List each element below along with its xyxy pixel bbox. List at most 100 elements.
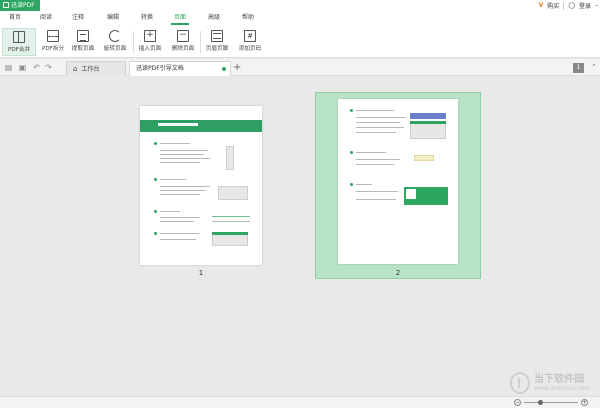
- extract-pages-button[interactable]: 提取页面: [66, 28, 100, 56]
- text-line: [160, 239, 196, 240]
- image-block: [414, 155, 434, 161]
- add-page-number-label: 添加页码: [238, 46, 262, 52]
- image-block: [410, 121, 446, 124]
- text-line: [356, 117, 406, 118]
- bullet: [154, 178, 157, 181]
- pdf-split-button[interactable]: PDF拆分: [36, 28, 70, 56]
- pdf-split-label: PDF拆分: [41, 46, 65, 52]
- tab-workbench-label: 工作台: [81, 66, 100, 73]
- menu-help[interactable]: 帮助: [233, 11, 263, 25]
- vip-icon: V: [538, 2, 544, 9]
- delete-page-button[interactable]: 删除页面: [166, 28, 200, 56]
- buy-button[interactable]: 购买: [547, 1, 559, 10]
- header-footer-icon: [211, 30, 223, 42]
- save-icon[interactable]: ▣: [18, 63, 27, 72]
- image-block: [226, 146, 234, 170]
- text-line: [160, 221, 194, 222]
- tab-document-label: 迅读PDF引导文档: [136, 65, 184, 72]
- add-page-number-button[interactable]: 添加页码: [233, 28, 267, 56]
- menu-advanced[interactable]: 高级: [199, 11, 229, 25]
- menu-edit[interactable]: 编辑: [98, 11, 128, 25]
- watermark-url: www.downxia.com: [534, 385, 590, 392]
- delete-page-icon: [177, 30, 189, 42]
- text-line: [160, 143, 190, 144]
- menu-page[interactable]: 页面: [165, 11, 195, 25]
- text-line: [160, 179, 186, 180]
- text-line: [160, 158, 210, 159]
- menu-bar: 首页 阅读 注释 编辑 转换 页面 高级 帮助: [0, 11, 600, 25]
- app-title: 迅读PDF: [11, 2, 35, 9]
- text-line: [356, 110, 394, 111]
- app-menu-button[interactable]: 迅读PDF: [0, 0, 40, 11]
- bullet: [350, 183, 353, 186]
- page-thumbnail-2[interactable]: [338, 99, 458, 264]
- pdf-merge-label: PDF合并: [7, 47, 31, 53]
- collapse-icon[interactable]: ⌃: [591, 63, 597, 71]
- insert-page-icon: [144, 30, 156, 42]
- divider: [563, 1, 565, 10]
- insert-page-button[interactable]: 插入页面: [133, 28, 167, 56]
- login-button[interactable]: 登录: [579, 1, 591, 10]
- text-line: [356, 159, 400, 160]
- zoom-out-icon[interactable]: −: [514, 399, 521, 406]
- header-footer-button[interactable]: 页眉页脚: [200, 28, 234, 56]
- watermark: 当下软件园 www.downxia.com: [510, 372, 590, 394]
- page-number-icon: [244, 30, 256, 42]
- modified-dot-icon: [222, 67, 226, 71]
- text-line: [212, 221, 250, 222]
- bullet: [350, 151, 353, 154]
- title-bar: 迅读PDF V 购买 ◯ 登录 –: [0, 0, 600, 11]
- text-line: [160, 217, 200, 218]
- extract-pages-label: 提取页面: [71, 46, 95, 52]
- minimize-icon[interactable]: –: [595, 2, 598, 9]
- watermark-text: 当下软件园: [534, 374, 585, 385]
- text-line: [356, 191, 398, 192]
- text-line: [356, 122, 400, 123]
- text-line: [160, 190, 206, 191]
- text-line: [160, 194, 200, 195]
- tab-workbench[interactable]: ⌂ 工作台: [66, 61, 126, 76]
- page-number-2: 2: [395, 269, 401, 277]
- text-line: [160, 186, 210, 187]
- text-line: [356, 199, 396, 200]
- image-block: [406, 189, 416, 199]
- undo-icon[interactable]: ↶: [32, 63, 41, 72]
- pdf-merge-button[interactable]: PDF合并: [2, 28, 36, 56]
- split-icon: [47, 30, 59, 42]
- menu-read[interactable]: 阅读: [31, 11, 61, 25]
- zoom-in-icon[interactable]: +: [581, 399, 588, 406]
- app-logo-icon: [3, 2, 9, 8]
- text-line: [160, 233, 200, 234]
- rotate-icon: [109, 30, 121, 42]
- user-icon: ◯: [568, 2, 575, 9]
- text-line: [356, 152, 386, 153]
- zoom-control: − +: [514, 399, 588, 406]
- image-block: [410, 113, 446, 119]
- titlebar-actions: V 购买 ◯ 登录 –: [539, 0, 600, 11]
- text-line: [356, 164, 394, 165]
- page-thumbnail-canvas: 1 2 当下软件园 www.downxia.com: [0, 76, 600, 396]
- redo-icon[interactable]: ↷: [44, 63, 53, 72]
- ribbon-toolbar: PDF合并 PDF拆分 提取页面 旋转页面 插入页面 删除页面 页眉页脚 添加页…: [0, 25, 600, 58]
- tab-document[interactable]: 迅读PDF引导文档: [129, 61, 231, 76]
- bullet: [154, 142, 157, 145]
- rotate-pages-label: 旋转页面: [103, 46, 127, 52]
- menu-annotate[interactable]: 注释: [63, 11, 93, 25]
- print-icon[interactable]: ▤: [4, 63, 13, 72]
- zoom-slider[interactable]: [524, 400, 578, 405]
- text-line: [160, 211, 180, 212]
- text-line: [212, 216, 250, 217]
- extract-icon: [77, 30, 89, 42]
- page-count-badge: 1: [573, 63, 584, 73]
- bullet: [154, 210, 157, 213]
- document-tab-strip: ▤ ▣ ↶ ↷ ⌂ 工作台 迅读PDF引导文档 + 1 ⌃: [0, 59, 600, 76]
- add-tab-button[interactable]: +: [233, 61, 241, 75]
- menu-home[interactable]: 首页: [0, 11, 30, 25]
- menu-convert[interactable]: 转换: [132, 11, 162, 25]
- home-icon: ⌂: [73, 65, 78, 73]
- page-thumbnail-1[interactable]: [140, 106, 262, 265]
- text-line: [356, 132, 396, 133]
- rotate-pages-button[interactable]: 旋转页面: [98, 28, 132, 56]
- zoom-slider-handle[interactable]: [538, 400, 543, 405]
- page-number-1: 1: [198, 269, 204, 277]
